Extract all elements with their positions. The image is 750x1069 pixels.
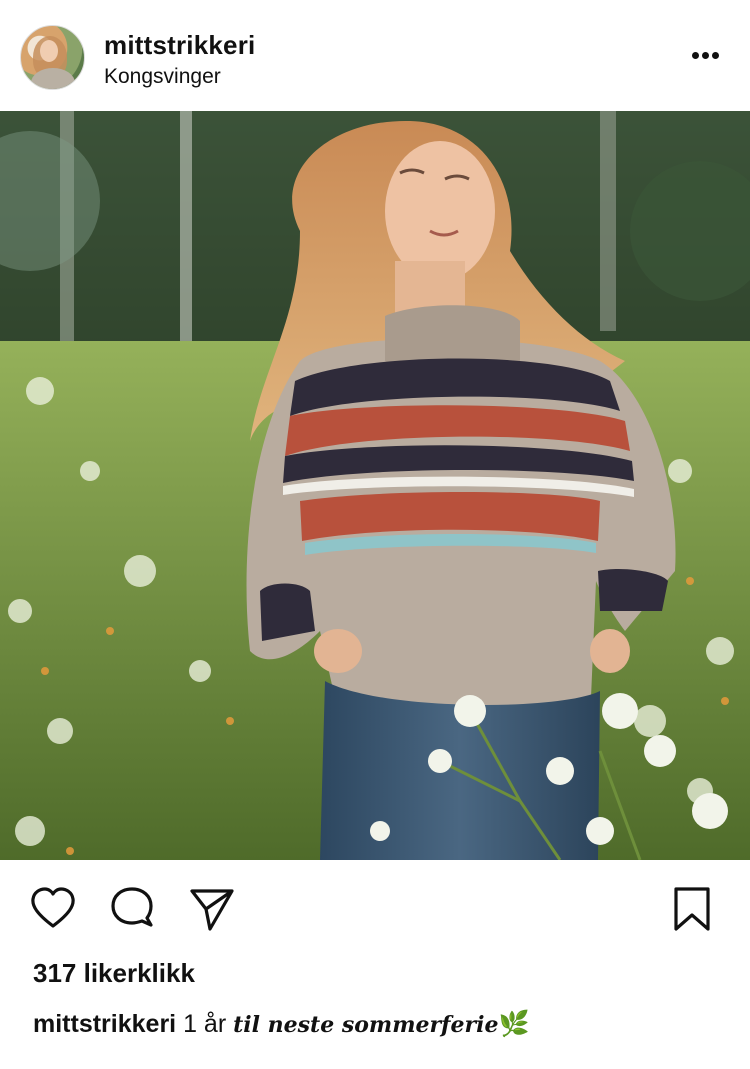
send-icon[interactable] bbox=[188, 885, 236, 933]
avatar[interactable] bbox=[20, 25, 85, 90]
caption: mittstrikkeri 1 år til neste sommerferie… bbox=[33, 1010, 530, 1039]
leaf-emoji-icon: 🌿 bbox=[498, 1010, 530, 1038]
caption-text-styled: til neste sommerferie bbox=[233, 1012, 499, 1038]
heart-icon[interactable] bbox=[29, 885, 77, 933]
caption-username[interactable]: mittstrikkeri bbox=[33, 1010, 176, 1038]
post-header: mittstrikkeri Kongsvinger bbox=[0, 0, 750, 111]
bookmark-icon[interactable] bbox=[670, 885, 714, 933]
caption-text-plain: 1 år bbox=[183, 1010, 227, 1038]
avatar-body bbox=[31, 68, 75, 89]
post-image[interactable] bbox=[0, 111, 750, 860]
likes-count[interactable]: 317 likerklikk bbox=[33, 958, 195, 989]
username[interactable]: mittstrikkeri bbox=[104, 30, 255, 61]
ellipsis-icon[interactable] bbox=[686, 52, 726, 62]
action-bar bbox=[0, 860, 750, 960]
comment-icon[interactable] bbox=[108, 885, 156, 933]
avatar-face bbox=[40, 40, 58, 62]
location[interactable]: Kongsvinger bbox=[104, 65, 221, 89]
